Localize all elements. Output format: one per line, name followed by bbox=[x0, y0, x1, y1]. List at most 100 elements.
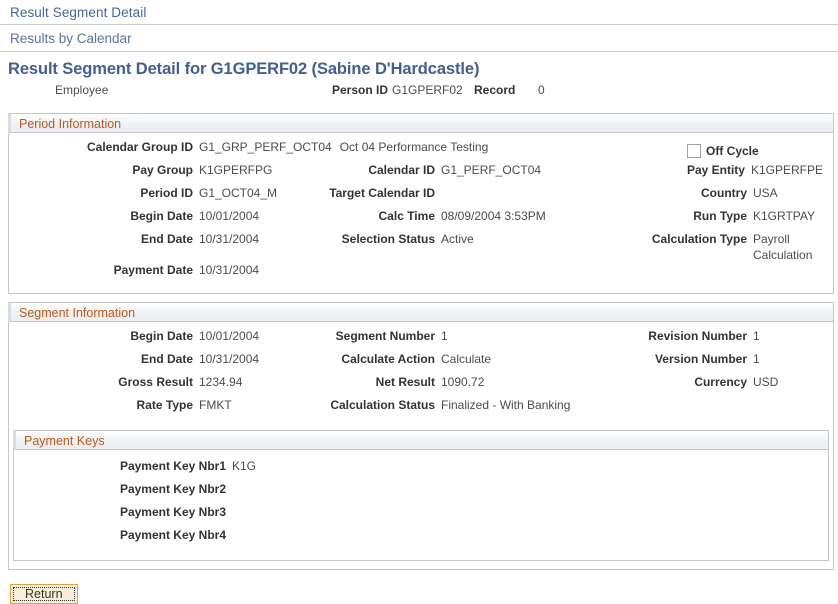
rate-type-value: FMKT bbox=[199, 397, 232, 413]
off-cycle-row: Off Cycle bbox=[579, 139, 823, 162]
field-payment-key-nbr4: Payment Key Nbr4 bbox=[14, 527, 828, 550]
calculate-action-value: Calculate bbox=[441, 351, 491, 367]
period-column-middle: Calendar ID G1_PERF_OCT04 Target Calenda… bbox=[299, 162, 579, 285]
breadcrumb-link-results-by-calendar[interactable]: Results by Calendar bbox=[10, 31, 132, 46]
calendar-group-id-description: Oct 04 Performance Testing bbox=[332, 139, 489, 155]
off-cycle-checkbox[interactable] bbox=[687, 144, 701, 158]
payment-keys-group: Payment Keys Payment Key Nbr1 K1G Paymen… bbox=[13, 430, 829, 561]
segment-column-right: Revision Number 1 Version Number 1 Curre… bbox=[579, 328, 823, 420]
return-button[interactable]: Return bbox=[10, 584, 78, 604]
period-end-date-label: End Date bbox=[9, 231, 199, 247]
breadcrumb: Results by Calendar bbox=[0, 25, 838, 52]
field-net-result: Net Result 1090.72 bbox=[299, 374, 579, 397]
field-calc-time: Calc Time 08/09/2004 3:53PM bbox=[299, 208, 579, 231]
payment-date-label: Payment Date bbox=[9, 262, 199, 278]
pay-entity-value: K1GPERFPE bbox=[751, 162, 823, 178]
target-calendar-id-label: Target Calendar ID bbox=[299, 185, 441, 201]
calendar-id-label: Calendar ID bbox=[299, 162, 441, 178]
payment-keys-body: Payment Key Nbr1 K1G Payment Key Nbr2 Pa… bbox=[14, 450, 828, 560]
payment-key-nbr1-value: K1G bbox=[232, 458, 256, 474]
field-gross-result: Gross Result 1234.94 bbox=[9, 374, 299, 397]
field-currency: Currency USD bbox=[579, 374, 823, 397]
field-segment-end-date: End Date 10/31/2004 bbox=[9, 351, 299, 374]
payment-key-nbr1-label: Payment Key Nbr1 bbox=[14, 458, 232, 474]
period-information-columns: Pay Group K1GPERFPG Period ID G1_OCT04_M… bbox=[9, 162, 833, 285]
calculation-status-label: Calculation Status bbox=[299, 397, 441, 413]
country-value: USA bbox=[753, 185, 778, 201]
field-segment-begin-date: Begin Date 10/01/2004 bbox=[9, 328, 299, 351]
calendar-group-id-label: Calendar Group ID bbox=[9, 139, 199, 155]
field-payment-key-nbr2: Payment Key Nbr2 bbox=[14, 481, 828, 504]
period-end-date-value: 10/31/2004 bbox=[199, 231, 259, 247]
field-segment-number: Segment Number 1 bbox=[299, 328, 579, 351]
footer: Return bbox=[0, 570, 838, 604]
field-calculate-action: Calculate Action Calculate bbox=[299, 351, 579, 374]
field-period-id: Period ID G1_OCT04_M bbox=[9, 185, 299, 208]
segment-column-left: Begin Date 10/01/2004 End Date 10/31/200… bbox=[9, 328, 299, 420]
pay-entity-label: Pay Entity bbox=[579, 162, 751, 178]
payment-date-value: 10/31/2004 bbox=[199, 262, 259, 278]
payment-key-nbr3-label: Payment Key Nbr3 bbox=[14, 504, 232, 520]
field-target-calendar-id: Target Calendar ID bbox=[299, 185, 579, 208]
net-result-label: Net Result bbox=[299, 374, 441, 390]
segment-information-body: Begin Date 10/01/2004 End Date 10/31/200… bbox=[9, 322, 833, 569]
calc-time-value: 08/09/2004 3:53PM bbox=[441, 208, 546, 224]
selection-status-value: Active bbox=[441, 231, 474, 247]
field-rate-type: Rate Type FMKT bbox=[9, 397, 299, 420]
currency-value: USD bbox=[753, 374, 778, 390]
off-cycle-label: Off Cycle bbox=[706, 144, 759, 158]
page-tab-bar: Result Segment Detail bbox=[0, 0, 838, 25]
run-type-value: K1GRTPAY bbox=[753, 208, 815, 224]
segment-information-columns: Begin Date 10/01/2004 End Date 10/31/200… bbox=[9, 328, 833, 420]
segment-begin-date-label: Begin Date bbox=[9, 328, 199, 344]
gross-result-label: Gross Result bbox=[9, 374, 199, 390]
field-period-begin-date: Begin Date 10/01/2004 bbox=[9, 208, 299, 231]
record-value: 0 bbox=[538, 83, 545, 97]
field-revision-number: Revision Number 1 bbox=[579, 328, 823, 351]
calculation-type-label: Calculation Type bbox=[579, 231, 753, 247]
field-version-number: Version Number 1 bbox=[579, 351, 823, 374]
period-information-group: Period Information Calendar Group ID G1_… bbox=[8, 113, 834, 294]
country-label: Country bbox=[579, 185, 753, 201]
period-column-right: Pay Entity K1GPERFPE Country USA Run Typ… bbox=[579, 162, 823, 285]
field-calendar-id: Calendar ID G1_PERF_OCT04 bbox=[299, 162, 579, 185]
calculation-status-value: Finalized - With Banking bbox=[441, 397, 570, 413]
period-row-calendar-group: Calendar Group ID G1_GRP_PERF_OCT04 Oct … bbox=[9, 139, 833, 162]
segment-column-middle: Segment Number 1 Calculate Action Calcul… bbox=[299, 328, 579, 420]
field-country: Country USA bbox=[579, 185, 823, 208]
gross-result-value: 1234.94 bbox=[199, 374, 242, 390]
period-begin-date-label: Begin Date bbox=[9, 208, 199, 224]
selection-status-label: Selection Status bbox=[299, 231, 441, 247]
segment-information-header: Segment Information bbox=[8, 302, 834, 322]
segment-number-label: Segment Number bbox=[299, 328, 441, 344]
segment-begin-date-value: 10/01/2004 bbox=[199, 328, 259, 344]
calculation-type-value: Payroll Calculation bbox=[753, 231, 815, 263]
field-pay-entity: Pay Entity K1GPERFPE bbox=[579, 162, 823, 185]
field-period-end-date: End Date 10/31/2004 bbox=[9, 231, 299, 254]
period-begin-date-value: 10/01/2004 bbox=[199, 208, 259, 224]
field-selection-status: Selection Status Active bbox=[299, 231, 579, 254]
segment-end-date-value: 10/31/2004 bbox=[199, 351, 259, 367]
page-title: Result Segment Detail bbox=[10, 5, 146, 20]
calculate-action-label: Calculate Action bbox=[299, 351, 441, 367]
calc-time-label: Calc Time bbox=[299, 208, 441, 224]
pay-group-label: Pay Group bbox=[9, 162, 199, 178]
segment-information-group: Segment Information Begin Date 10/01/200… bbox=[8, 302, 834, 570]
rate-type-label: Rate Type bbox=[9, 397, 199, 413]
field-payment-key-nbr1: Payment Key Nbr1 K1G bbox=[14, 458, 828, 481]
field-payment-date: Payment Date 10/31/2004 bbox=[9, 262, 299, 285]
segment-end-date-label: End Date bbox=[9, 351, 199, 367]
payment-keys-header: Payment Keys bbox=[13, 430, 829, 450]
key-fields-row: Employee Person ID G1GPERF02 Record 0 bbox=[0, 83, 838, 105]
record-label: Record bbox=[474, 83, 515, 97]
net-result-value: 1090.72 bbox=[441, 374, 484, 390]
field-payment-key-nbr3: Payment Key Nbr3 bbox=[14, 504, 828, 527]
currency-label: Currency bbox=[579, 374, 753, 390]
calendar-id-value: G1_PERF_OCT04 bbox=[441, 162, 541, 178]
revision-number-label: Revision Number bbox=[579, 328, 753, 344]
period-id-value: G1_OCT04_M bbox=[199, 185, 277, 201]
period-information-body: Calendar Group ID G1_GRP_PERF_OCT04 Oct … bbox=[9, 133, 833, 293]
main-heading: Result Segment Detail for G1GPERF02 (Sab… bbox=[0, 52, 838, 81]
employee-label: Employee bbox=[55, 83, 108, 97]
version-number-label: Version Number bbox=[579, 351, 753, 367]
